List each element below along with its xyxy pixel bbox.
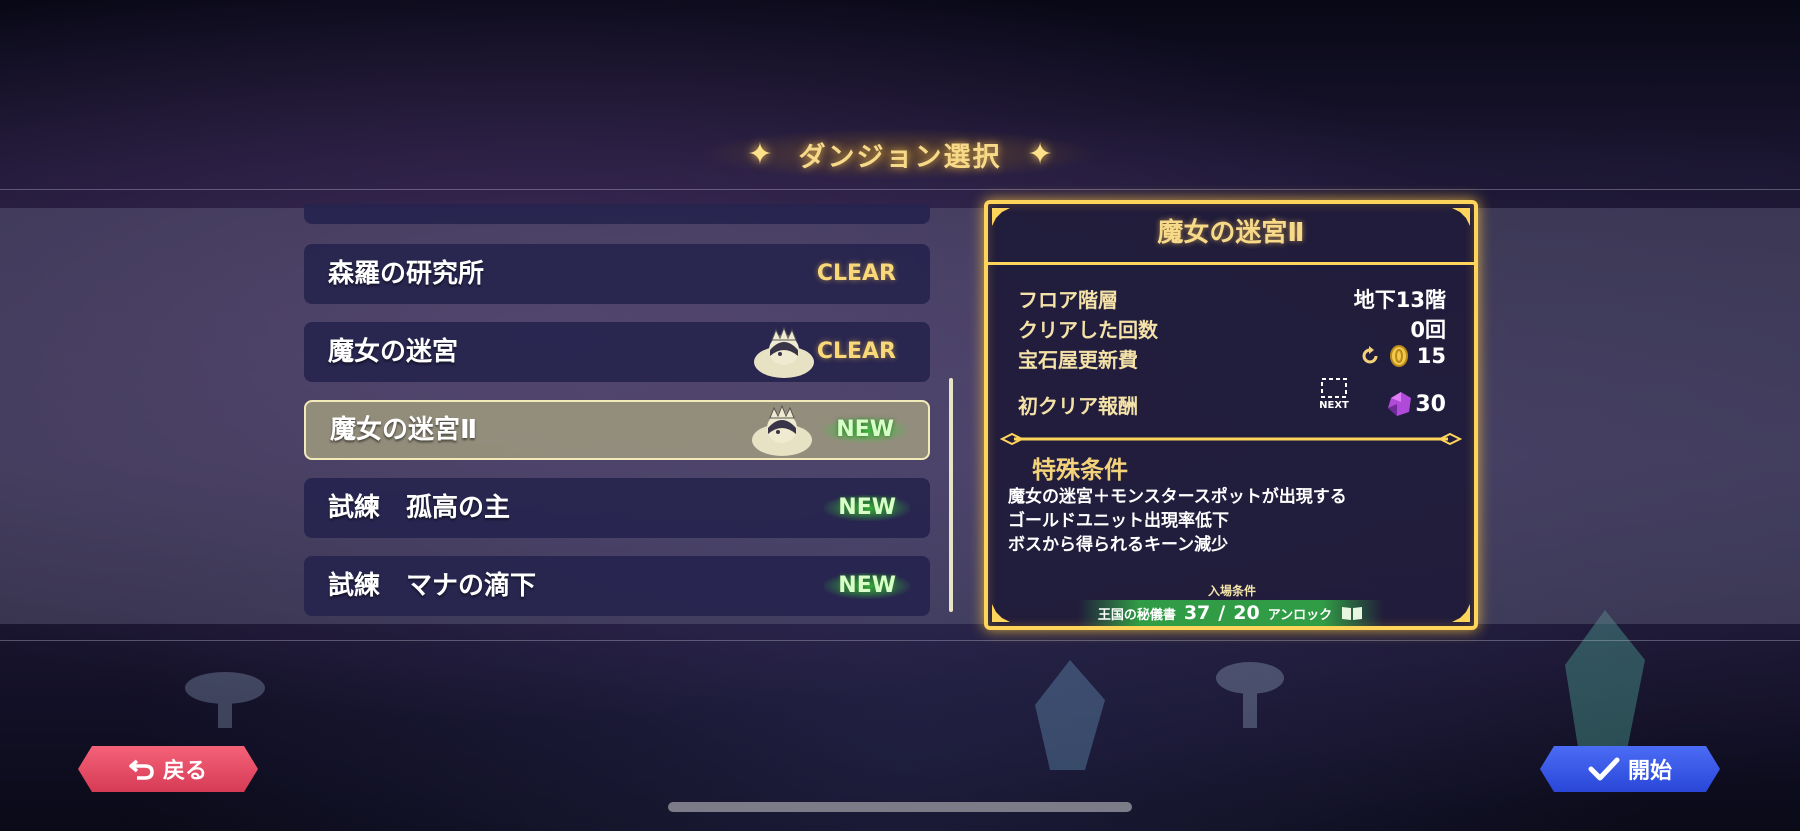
refresh-cost-label: 宝石屋更新費 <box>1018 348 1138 372</box>
back-button-label: 戻る <box>162 759 207 784</box>
refresh-icon <box>1362 346 1378 364</box>
first-clear-reward-row: 初クリア報酬 NEXT 30 <box>1018 378 1446 420</box>
screen-title-banner: ✦ ダンジョン選択 ✦ <box>700 128 1100 180</box>
dungeon-item[interactable]: 森羅の研究所 CLEAR <box>304 244 930 304</box>
refresh-cost-row: 宝石屋更新費 15 <box>1018 344 1446 374</box>
refresh-cost-amount: 15 <box>1416 344 1446 368</box>
floor-value: 地下13階 <box>1353 288 1446 312</box>
dungeon-list[interactable]: 森羅の研究所 CLEAR 魔女の迷宮 CLEAR 魔女の迷宮Ⅱ NEW 試練 孤… <box>304 204 930 620</box>
entry-required: 20 <box>1233 602 1260 624</box>
next-label: NEXT <box>1319 400 1349 411</box>
ornament-divider <box>1000 432 1462 446</box>
condition-item: 魔女の迷宮＋モンスタースポットが出現する <box>1008 487 1347 507</box>
condition-item: ゴールドユニット出現率低下 <box>1008 511 1229 531</box>
entry-item-name: 王国の秘儀書 <box>1097 607 1176 623</box>
crystal-decoration <box>1565 610 1645 760</box>
entry-separator: / <box>1218 602 1226 624</box>
reward-amount: 30 <box>1415 391 1446 417</box>
first-clear-reward-value: 30 <box>1385 390 1446 418</box>
crystal-decoration <box>1035 660 1105 770</box>
start-button[interactable]: 開始 <box>1540 746 1720 792</box>
clear-count-row: クリアした回数 0回 <box>1018 314 1446 344</box>
entry-status: アンロック <box>1267 607 1333 623</box>
dungeon-item[interactable]: 魔女の迷宮 CLEAR <box>304 322 930 382</box>
new-badge: NEW <box>824 495 910 521</box>
conditions-title: 特殊条件 <box>1032 456 1128 484</box>
entry-current: 37 <box>1183 602 1211 624</box>
dungeon-detail-panel: 魔女の迷宮Ⅱ フロア階層 地下13階 クリアした回数 0回 宝石屋更新費 15 … <box>984 200 1478 630</box>
list-scrollbar[interactable] <box>949 378 953 612</box>
dungeon-item[interactable]: 試練 孤高の主 NEW <box>304 478 930 538</box>
entry-condition-bar: 王国の秘儀書 37 / 20 アンロック <box>1078 600 1384 626</box>
entry-condition-label: 入場条件 <box>1208 584 1257 598</box>
dungeon-name: 魔女の迷宮 <box>328 337 459 367</box>
corner-ornament-icon <box>1452 604 1470 622</box>
dungeon-name: 魔女の迷宮Ⅱ <box>330 415 478 445</box>
clear-badge: CLEAR <box>816 339 896 364</box>
clear-badge: CLEAR <box>816 261 896 286</box>
sparkle-icon: ✦ <box>747 136 773 172</box>
floor-label: フロア階層 <box>1018 288 1118 312</box>
list-item-partial[interactable] <box>304 204 930 224</box>
divider-line <box>0 189 1800 190</box>
check-icon <box>1588 756 1620 782</box>
corner-ornament-icon <box>992 604 1010 622</box>
dungeon-item-selected[interactable]: 魔女の迷宮Ⅱ NEW <box>304 400 930 460</box>
sparkle-icon: ✦ <box>1027 136 1053 172</box>
start-button-label: 開始 <box>1627 759 1672 784</box>
return-arrow-icon <box>129 757 155 781</box>
dungeon-name: 森羅の研究所 <box>328 259 485 289</box>
new-badge: NEW <box>824 573 910 599</box>
floor-row: フロア階層 地下13階 <box>1018 284 1446 314</box>
page-title: ダンジョン選択 <box>798 141 1002 173</box>
first-clear-reward-label: 初クリア報酬 <box>1018 394 1138 418</box>
home-indicator[interactable] <box>668 802 1132 812</box>
dungeon-name: 試練 孤高の主 <box>328 493 511 523</box>
dungeon-item[interactable]: 試練 マナの滴下 NEW <box>304 556 930 616</box>
next-box-icon <box>1321 378 1347 398</box>
book-icon <box>1342 607 1363 620</box>
detail-title: 魔女の迷宮Ⅱ <box>988 204 1474 265</box>
clear-count-label: クリアした回数 <box>1018 318 1158 342</box>
coin-icon <box>1389 345 1408 367</box>
gem-icon <box>1388 392 1412 416</box>
divider-line <box>0 640 1800 641</box>
new-badge: NEW <box>822 417 908 443</box>
witch-boss-icon <box>752 404 812 456</box>
dungeon-name: 試練 マナの滴下 <box>328 571 537 601</box>
clear-count-value: 0回 <box>1410 318 1446 342</box>
condition-item: ボスから得られるキーン減少 <box>1008 535 1229 555</box>
next-indicator[interactable]: NEXT <box>1316 376 1352 411</box>
back-button[interactable]: 戻る <box>78 746 258 792</box>
mushroom-decoration <box>185 672 265 728</box>
mushroom-decoration <box>1216 662 1284 728</box>
refresh-cost-value: 15 <box>1359 344 1446 368</box>
